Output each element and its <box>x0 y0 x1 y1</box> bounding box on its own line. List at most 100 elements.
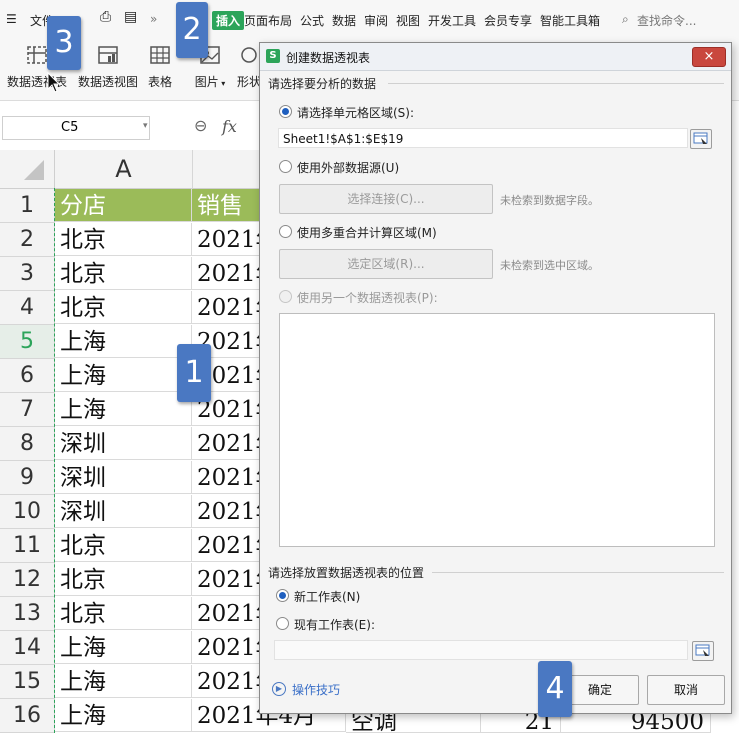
table-button[interactable]: 表格 <box>144 44 176 94</box>
label-existing-sheet: 现有工作表(E): <box>294 618 375 632</box>
shape-icon <box>241 47 257 63</box>
cell-a[interactable]: 深圳 <box>55 495 192 528</box>
row-header[interactable]: 10 <box>0 495 55 529</box>
row-header[interactable]: 14 <box>0 631 55 665</box>
cell-b[interactable]: 2021年 <box>192 257 264 290</box>
column-header-a[interactable]: A <box>55 150 193 189</box>
zoom-icon[interactable]: ⊖ <box>194 116 207 135</box>
tab-insert[interactable]: 插入 <box>212 11 245 30</box>
pivot-table-icon <box>27 46 47 64</box>
label-cell-range: 请选择单元格区域(S): <box>297 106 415 120</box>
tab-developer[interactable]: 开发工具 <box>428 12 476 29</box>
cell-b[interactable]: 2021年 <box>192 461 264 494</box>
tab-member[interactable]: 会员专享 <box>484 12 532 29</box>
cell-b[interactable]: 2021年 <box>192 563 264 596</box>
row-header[interactable]: 13 <box>0 597 55 631</box>
ok-button[interactable]: 确定 <box>561 675 639 705</box>
cell-b[interactable]: 2021年 <box>192 665 264 698</box>
play-icon[interactable]: ▶ <box>272 682 286 696</box>
cell-a[interactable]: 上海 <box>55 359 192 392</box>
divider <box>432 572 724 573</box>
cell-a[interactable]: 北京 <box>55 257 192 290</box>
radio-multi-consolidation[interactable] <box>279 225 292 238</box>
row-header[interactable]: 2 <box>0 223 55 257</box>
name-box[interactable]: C5 ▾ <box>2 116 150 140</box>
cell-a[interactable]: 深圳 <box>55 427 192 460</box>
select-area-button[interactable]: 选定区域(R)... <box>279 249 493 279</box>
search-icon[interactable]: ⌕ <box>622 12 629 27</box>
choose-connection-button[interactable]: 选择连接(C)... <box>279 184 493 214</box>
fx-icon[interactable]: fx <box>222 117 237 136</box>
tab-data[interactable]: 数据 <box>332 12 356 29</box>
wps-logo-icon: S <box>266 49 280 63</box>
cell-b[interactable]: 2021年 <box>192 631 264 664</box>
tab-formula[interactable]: 公式 <box>300 12 324 29</box>
cell-a[interactable]: 北京 <box>55 563 192 596</box>
cell-b[interactable]: 2021年 <box>192 597 264 630</box>
table-icon <box>150 46 170 64</box>
cell-b[interactable]: 2021年 <box>192 427 264 460</box>
dialog-title-bar[interactable]: S 创建数据透视表 × <box>260 43 731 71</box>
row-header[interactable]: 7 <box>0 393 55 427</box>
tab-view[interactable]: 视图 <box>396 12 420 29</box>
column-header-b[interactable] <box>193 150 264 189</box>
select-all-corner[interactable] <box>0 150 55 189</box>
command-search[interactable]: 查找命令... <box>637 12 696 29</box>
label-multi-consolidation: 使用多重合并计算区域(M) <box>297 226 437 240</box>
pivot-chart-label: 数据透视图 <box>77 75 138 89</box>
print-preview-icon[interactable]: ▤ <box>124 9 137 25</box>
cell-b[interactable]: 2021年 <box>192 291 264 324</box>
step-badge-4: 4 <box>538 661 572 717</box>
row-header[interactable]: 9 <box>0 461 55 495</box>
row-header[interactable]: 6 <box>0 359 55 393</box>
cell-a[interactable]: 深圳 <box>55 461 192 494</box>
cell-a[interactable]: 上海 <box>55 393 192 426</box>
cell-a[interactable]: 北京 <box>55 223 192 256</box>
radio-other-pivot[interactable] <box>279 290 292 303</box>
radio-existing-sheet[interactable] <box>276 617 289 630</box>
pivot-list-box[interactable] <box>279 313 715 547</box>
tab-review[interactable]: 审阅 <box>364 12 388 29</box>
existing-sheet-input[interactable] <box>274 640 688 660</box>
step-badge-3: 3 <box>47 16 81 70</box>
row-header[interactable]: 16 <box>0 699 55 733</box>
chevron-down-icon[interactable]: ▾ <box>143 121 148 131</box>
radio-new-sheet[interactable] <box>276 589 289 602</box>
tab-smart-tools[interactable]: 智能工具箱 <box>540 12 600 29</box>
row-header[interactable]: 1 <box>0 189 55 223</box>
pivot-chart-button[interactable]: 数据透视图 <box>76 44 140 94</box>
cell-a[interactable]: 上海 <box>55 699 192 732</box>
row-header[interactable]: 15 <box>0 665 55 699</box>
cell-b[interactable]: 2021年 <box>192 495 264 528</box>
row-header[interactable]: 8 <box>0 427 55 461</box>
row-header[interactable]: 11 <box>0 529 55 563</box>
tab-page-layout[interactable]: 页面布局 <box>244 12 292 29</box>
row-header[interactable]: 4 <box>0 291 55 325</box>
cell-b[interactable]: 销售 <box>192 189 264 222</box>
close-button[interactable]: × <box>692 47 726 67</box>
cell-a[interactable]: 上海 <box>55 325 192 358</box>
section-placement: 请选择放置数据透视表的位置 <box>268 566 425 580</box>
cell-a[interactable]: 北京 <box>55 597 192 630</box>
print-icon[interactable]: ⎙ <box>100 9 111 25</box>
cancel-button[interactable]: 取消 <box>647 675 725 705</box>
hamburger-icon[interactable]: ☰ <box>6 12 17 26</box>
cell-a[interactable]: 北京 <box>55 529 192 562</box>
row-header[interactable]: 5 <box>0 325 55 359</box>
tips-link[interactable]: 操作技巧 <box>292 681 340 698</box>
more-chevron-icon[interactable]: » <box>150 12 157 26</box>
row-header[interactable]: 3 <box>0 257 55 291</box>
cell-a[interactable]: 分店 <box>55 189 192 222</box>
radio-external-source[interactable] <box>279 160 292 173</box>
cell-a[interactable]: 上海 <box>55 665 192 698</box>
radio-cell-range[interactable] <box>279 105 292 118</box>
cell-a[interactable]: 上海 <box>55 631 192 664</box>
cell-b[interactable]: 2021年 <box>192 223 264 256</box>
row-header[interactable]: 12 <box>0 563 55 597</box>
range-picker-button[interactable] <box>690 129 712 149</box>
range-input[interactable]: Sheet1!$A$1:$E$19 <box>278 128 688 148</box>
cell-b[interactable]: 2021年 <box>192 529 264 562</box>
menu-row: ☰ 文件 ⎙ ▤ » 插入 页面布局 公式 数据 审阅 视图 开发工具 会员专享… <box>0 0 739 40</box>
cell-a[interactable]: 北京 <box>55 291 192 324</box>
existing-sheet-picker-button[interactable] <box>692 641 714 661</box>
